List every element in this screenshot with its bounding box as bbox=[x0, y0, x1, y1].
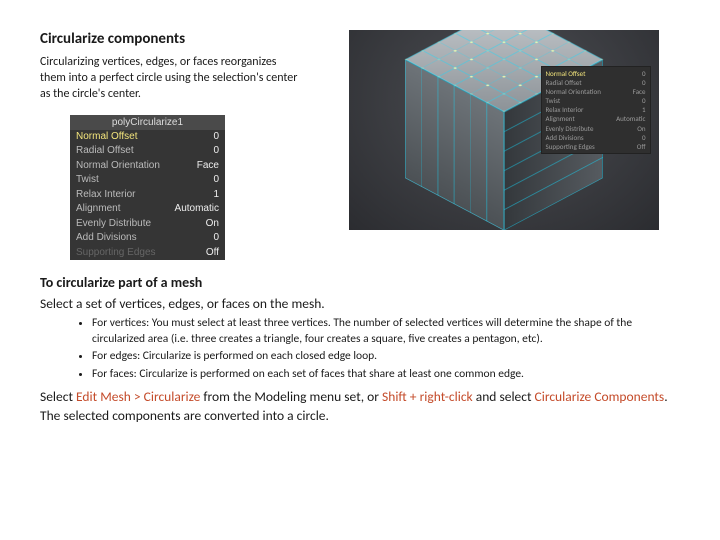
context-item: Circularize Components bbox=[535, 388, 665, 405]
bullet-list: For vertices: You must select at least t… bbox=[40, 316, 680, 382]
attribute-panel: polyCircularize1 Normal Offset0Radial Of… bbox=[70, 115, 225, 261]
panel-row: Normal Offset0 bbox=[70, 130, 225, 145]
menu-instruction: Select Edit Mesh > Circularize from the … bbox=[40, 388, 680, 406]
panel-row: Radial Offset0 bbox=[70, 144, 225, 159]
viewport-illustration: Normal Offset0Radial Offset0Normal Orien… bbox=[349, 30, 659, 230]
shortcut: Shift + right-click bbox=[382, 388, 473, 405]
page-title: Circularize components bbox=[40, 30, 305, 48]
bullet-item: For vertices: You must select at least t… bbox=[92, 316, 680, 347]
result-text: The selected components are converted in… bbox=[40, 407, 680, 425]
panel-row: Supporting EdgesOff bbox=[70, 246, 225, 261]
panel-row: Relax Interior1 bbox=[70, 188, 225, 203]
menu-path: Edit Mesh > Circularize bbox=[76, 388, 200, 405]
panel-rows: Normal Offset0Radial Offset0Normal Orien… bbox=[70, 130, 225, 261]
hud-panel: Normal Offset0Radial Offset0Normal Orien… bbox=[541, 66, 651, 154]
panel-row: Normal OrientationFace bbox=[70, 159, 225, 174]
intro-text: Circularizing vertices, edges, or faces … bbox=[40, 54, 305, 103]
bullet-item: For faces: Circularize is performed on e… bbox=[92, 367, 680, 383]
bullet-item: For edges: Circularize is performed on e… bbox=[92, 349, 680, 365]
panel-title: polyCircularize1 bbox=[70, 115, 225, 130]
subtitle: To circularize part of a mesh bbox=[40, 274, 680, 291]
panel-row: Twist0 bbox=[70, 173, 225, 188]
panel-row: Add Divisions0 bbox=[70, 231, 225, 246]
panel-row: AlignmentAutomatic bbox=[70, 202, 225, 217]
panel-row: Evenly DistributeOn bbox=[70, 217, 225, 232]
step-select: Select a set of vertices, edges, or face… bbox=[40, 295, 680, 313]
